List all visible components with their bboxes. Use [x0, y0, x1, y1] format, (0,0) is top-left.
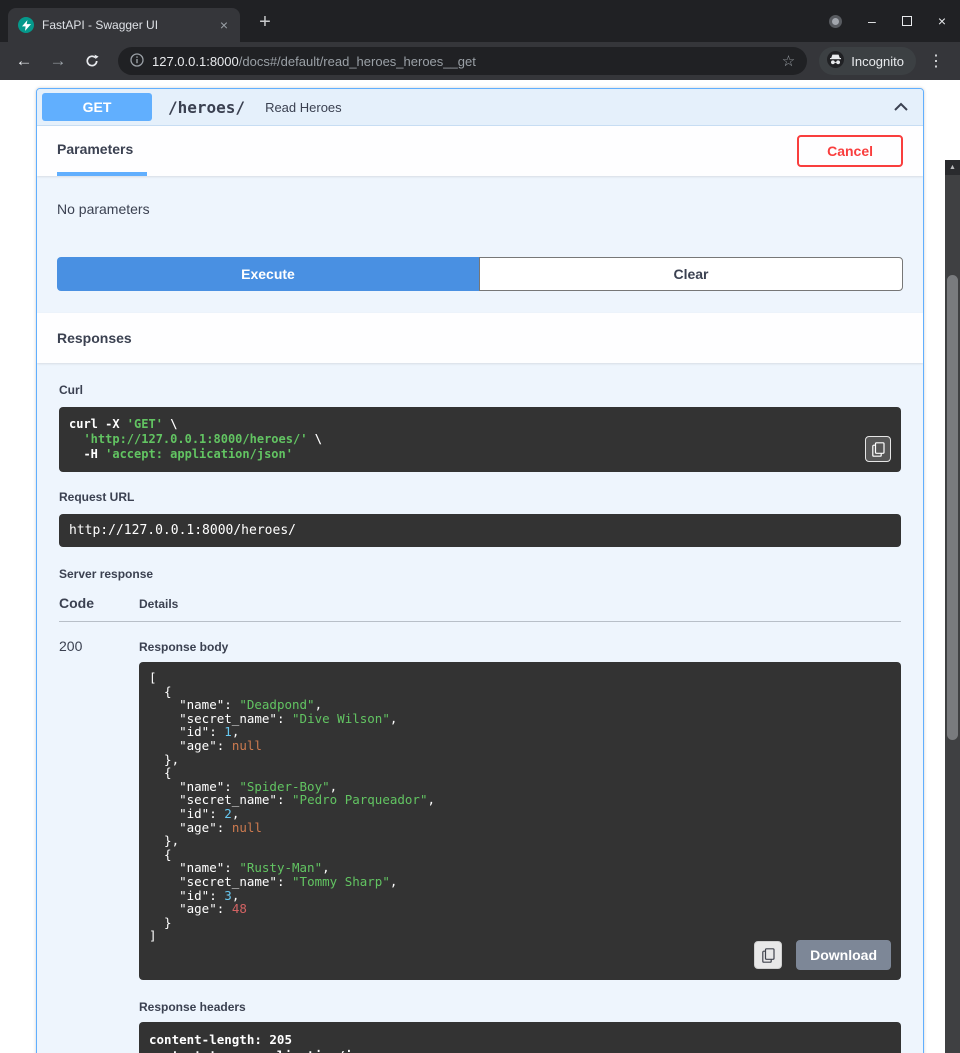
responses-title: Responses: [57, 330, 132, 346]
new-tab-button[interactable]: +: [252, 11, 278, 34]
response-actions: Download: [754, 940, 891, 970]
response-row: 200 Response body [ { "name": "Deadpond"…: [59, 622, 901, 1053]
request-url-label: Request URL: [59, 490, 901, 504]
code-column-header: Code: [59, 595, 139, 611]
response-body-block: [ { "name": "Deadpond", "secret_name": "…: [139, 662, 901, 980]
tab-close-icon[interactable]: ×: [218, 17, 230, 33]
response-body-label: Response body: [139, 640, 901, 654]
scrollbar-thumb[interactable]: [947, 275, 958, 740]
clear-button[interactable]: Clear: [479, 257, 903, 291]
reload-button[interactable]: [78, 47, 106, 75]
no-parameters-text: No parameters: [57, 201, 903, 217]
parameters-title: Parameters: [57, 141, 133, 157]
curl-label: Curl: [59, 383, 901, 397]
page-info-icon[interactable]: [130, 53, 144, 70]
close-window-button[interactable]: ×: [938, 14, 946, 28]
curl-block: curl -X 'GET' \ 'http://127.0.0.1:8000/h…: [59, 407, 901, 472]
execute-row: Execute Clear: [37, 227, 923, 313]
status-dot-icon[interactable]: [829, 15, 842, 28]
tab-title: FastAPI - Swagger UI: [42, 18, 210, 32]
server-response-label: Server response: [59, 567, 901, 581]
maximize-button[interactable]: [902, 16, 912, 26]
response-headers-block: content-length: 205 content-type: applic…: [139, 1022, 901, 1053]
parameters-tab: Parameters: [57, 126, 147, 176]
responses-header: Responses: [37, 313, 923, 363]
curl-code: curl -X 'GET' \ 'http://127.0.0.1:8000/h…: [69, 417, 322, 461]
fastapi-favicon-icon: [18, 17, 34, 33]
incognito-label: Incognito: [851, 54, 904, 69]
response-table-header: Code Details: [59, 595, 901, 622]
endpoint-summary: Read Heroes: [265, 100, 342, 115]
url-text: 127.0.0.1:8000/docs#/default/read_heroes…: [152, 54, 476, 69]
download-button[interactable]: Download: [796, 940, 891, 970]
tab-strip: FastAPI - Swagger UI × + – ×: [0, 0, 960, 42]
execute-button[interactable]: Execute: [57, 257, 479, 291]
response-body-code: [ { "name": "Deadpond", "secret_name": "…: [149, 670, 435, 943]
incognito-icon: [827, 51, 844, 71]
status-code: 200: [59, 638, 139, 654]
collapse-chevron-icon[interactable]: [893, 102, 909, 112]
endpoint-path: /heroes/: [168, 98, 245, 117]
opblock-summary[interactable]: GET /heroes/ Read Heroes: [37, 89, 923, 126]
forward-button[interactable]: →: [44, 47, 72, 75]
url-bar[interactable]: 127.0.0.1:8000/docs#/default/read_heroes…: [118, 47, 807, 75]
response-headers-code: content-length: 205 content-type: applic…: [149, 1032, 405, 1053]
url-host: 127.0.0.1:8000: [152, 54, 239, 69]
responses-body: Curl curl -X 'GET' \ 'http://127.0.0.1:8…: [37, 363, 923, 1053]
http-method-badge: GET: [42, 93, 152, 121]
response-copy-button[interactable]: [754, 941, 782, 969]
details-column-header: Details: [139, 597, 178, 611]
browser-toolbar: ← → 127.0.0.1:8000/docs#/default/read_he…: [0, 42, 960, 80]
browser-chrome: FastAPI - Swagger UI × + – × ← →: [0, 0, 960, 80]
page-scrollbar[interactable]: ▲ ▼: [945, 160, 960, 1053]
request-url-block: http://127.0.0.1:8000/heroes/: [59, 514, 901, 547]
request-url-value: http://127.0.0.1:8000/heroes/: [69, 523, 296, 538]
minimize-button[interactable]: –: [868, 14, 876, 28]
opblock-get-heroes: GET /heroes/ Read Heroes Parameters Canc…: [36, 88, 924, 1053]
parameters-header: Parameters Cancel: [37, 126, 923, 176]
parameters-body: No parameters: [37, 176, 923, 227]
window-controls: – ×: [829, 0, 946, 42]
response-details: Response body [ { "name": "Deadpond", "s…: [139, 638, 901, 1053]
curl-copy-button[interactable]: [865, 436, 891, 462]
browser-menu-icon[interactable]: ⋮: [922, 51, 950, 71]
browser-tab[interactable]: FastAPI - Swagger UI ×: [8, 8, 240, 42]
bookmark-star-icon[interactable]: ☆: [782, 52, 795, 70]
cancel-button[interactable]: Cancel: [797, 135, 903, 167]
url-path: /docs#/default/read_heroes_heroes__get: [239, 54, 476, 69]
scrollbar-up-icon[interactable]: ▲: [945, 160, 960, 175]
response-headers-label: Response headers: [139, 1000, 901, 1014]
incognito-badge: Incognito: [819, 47, 916, 75]
back-button[interactable]: ←: [10, 47, 38, 75]
swagger-page: GET /heroes/ Read Heroes Parameters Canc…: [0, 80, 960, 1053]
